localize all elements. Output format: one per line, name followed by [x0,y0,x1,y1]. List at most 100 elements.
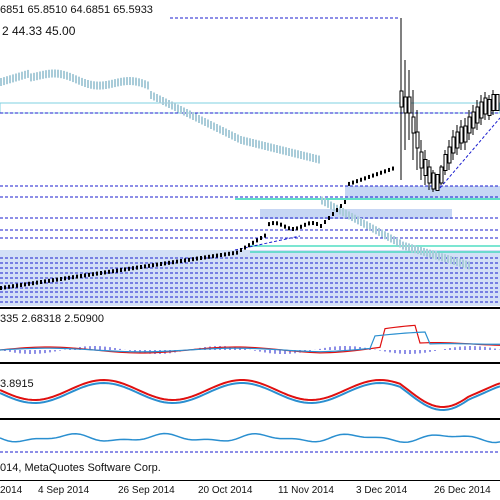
ma-readout: 2 44.33 45.00 [2,24,76,38]
faded-candle [171,101,173,110]
faded-candle [378,227,380,236]
faded-candle [402,241,404,250]
price-candle [4,285,6,290]
lower-indicator-panel [0,432,500,453]
faded-candle [42,70,44,79]
faded-candle [303,151,305,160]
price-candle [28,281,30,286]
price-candle [411,116,416,134]
faded-candle [24,70,26,79]
faded-candle [276,145,278,153]
price-candle [340,204,342,208]
price-candle [384,169,386,174]
price-candle [216,253,218,258]
price-candle [232,251,234,256]
price-candle [415,131,420,149]
faded-candle [459,258,461,267]
faded-candle [366,221,368,230]
price-candle [467,116,472,134]
trading-chart: 6851 65.8510 64.6851 65.5933 2 44.33 45.… [0,0,500,500]
faded-candle [468,261,470,270]
price-candle [124,267,126,272]
faded-candle [63,70,65,79]
faded-candle [438,252,440,261]
faded-candle [135,77,137,86]
faded-candle [165,98,167,107]
price-candle [495,94,500,111]
price-candle [48,278,50,283]
faded-candle [363,219,365,228]
faded-candle [234,133,236,141]
faded-candle [426,248,428,257]
price-candle [172,260,174,265]
faded-candle [267,142,269,151]
price-candle [136,265,138,270]
faded-candle [348,211,350,220]
stoch-readout: 3.8915 [0,378,34,390]
faded-candle [108,80,110,89]
price-candle [248,243,250,248]
faded-candle [189,110,191,119]
price-candle [80,274,82,278]
faded-candle [120,77,122,86]
faded-candle [90,80,92,89]
price-candle [200,256,202,260]
faded-candle [246,137,248,146]
price-candle [423,159,428,176]
faded-candle [429,249,431,258]
x-axis-label: 3 Dec 2014 [356,485,408,496]
price-candle [12,284,14,289]
faded-candle [153,92,155,101]
faded-candle [51,69,53,78]
price-candle [148,263,150,268]
faded-candle [75,75,77,84]
faded-candle [414,245,416,254]
price-candle [100,271,102,275]
faded-candle [354,214,356,223]
faded-candle [162,97,164,105]
price-candle [352,180,354,185]
faded-candle [381,229,383,238]
faded-candle [138,78,140,87]
faded-candle [249,138,251,147]
price-candle [152,263,154,268]
faded-candle [309,153,311,162]
faded-candle [141,79,143,88]
faded-candle [192,112,194,120]
price-candle [112,269,114,274]
faded-candle [435,251,437,260]
price-candle [312,221,314,226]
price-candle [184,258,186,263]
faded-candle [9,75,11,84]
price-candle [176,259,178,264]
price-candle [164,261,166,266]
faded-candle [48,69,50,78]
faded-candle [81,77,83,86]
faded-candle [462,259,464,268]
faded-candle [93,81,95,90]
faded-candle [465,260,467,269]
price-candle [140,265,142,269]
faded-candle [30,73,32,82]
faded-candle [210,121,212,129]
faded-candle [288,148,290,156]
faded-candle [12,74,14,83]
faded-candle [84,79,86,88]
faded-candle [231,131,233,140]
price-candle [208,254,210,259]
faded-candle [318,155,320,164]
faded-candle [441,253,443,262]
faded-candle [240,136,242,144]
price-candle [463,125,468,143]
faded-candle [453,256,455,265]
price-candle [132,266,134,271]
faded-candle [384,231,386,240]
price-candle [24,282,26,287]
faded-candle [297,150,299,159]
price-candle [280,222,282,227]
price-candle [392,166,394,171]
price-candle [284,224,286,229]
faded-candle [252,139,254,147]
price-candle [228,251,230,256]
price-candle [380,170,382,175]
